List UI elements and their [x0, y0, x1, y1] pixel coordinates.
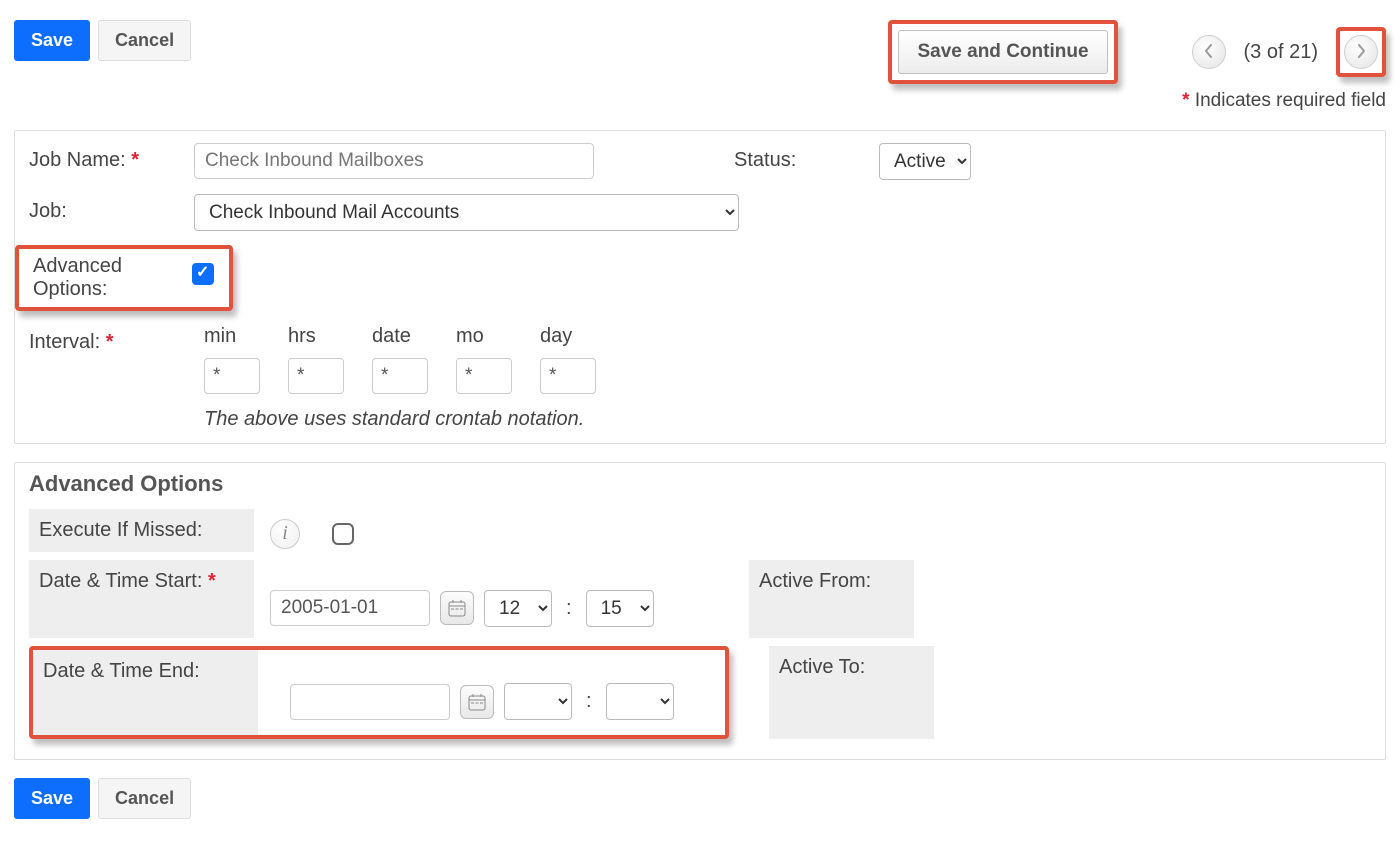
- info-icon[interactable]: i: [270, 519, 300, 549]
- interval-hrs-input[interactable]: [288, 358, 344, 394]
- advanced-options-checkbox[interactable]: [192, 263, 214, 285]
- execute-if-missed-label: Execute If Missed:: [29, 509, 254, 552]
- interval-day-input[interactable]: [540, 358, 596, 394]
- next-button[interactable]: [1344, 35, 1378, 69]
- save-button[interactable]: Save: [14, 20, 90, 61]
- crontab-note: The above uses standard crontab notation…: [204, 408, 596, 431]
- job-select[interactable]: Check Inbound Mail Accounts: [194, 194, 739, 231]
- required-asterisk: *: [1182, 90, 1189, 111]
- interval-date-input[interactable]: [372, 358, 428, 394]
- interval-min-input[interactable]: [204, 358, 260, 394]
- interval-date-label: date: [372, 325, 411, 348]
- date-time-end-highlight: Date & Time End: :: [29, 646, 729, 739]
- date-time-end-label: Date & Time End:: [33, 650, 258, 735]
- chevron-right-icon: [1356, 42, 1366, 63]
- time-separator: :: [562, 597, 576, 620]
- interval-hrs-label: hrs: [288, 325, 316, 348]
- interval-mo-label: mo: [456, 325, 484, 348]
- cancel-button[interactable]: Cancel: [98, 20, 191, 61]
- save-button-bottom[interactable]: Save: [14, 778, 90, 819]
- date-time-start-label: Date & Time Start:: [39, 570, 202, 592]
- main-panel: Job Name: * Status: Active Job: Check In: [14, 130, 1386, 444]
- required-note-text: Indicates required field: [1190, 90, 1386, 111]
- required-asterisk: *: [106, 331, 114, 353]
- interval-day-label: day: [540, 325, 572, 348]
- execute-if-missed-checkbox[interactable]: [332, 523, 354, 545]
- chevron-left-icon: [1204, 42, 1214, 63]
- interval-min-label: min: [204, 325, 236, 348]
- job-label: Job:: [29, 194, 194, 223]
- prev-button[interactable]: [1192, 35, 1226, 69]
- next-button-highlight: [1336, 27, 1386, 77]
- date-start-input[interactable]: [270, 590, 430, 626]
- end-hour-select[interactable]: [504, 683, 572, 720]
- cancel-button-bottom[interactable]: Cancel: [98, 778, 191, 819]
- advanced-options-header: Advanced Options: [15, 463, 1385, 497]
- calendar-icon[interactable]: [460, 685, 494, 719]
- save-and-continue-button[interactable]: Save and Continue: [898, 30, 1107, 74]
- active-from-label: Active From:: [749, 560, 914, 638]
- start-min-select[interactable]: 15: [586, 590, 654, 627]
- start-hour-select[interactable]: 12: [484, 590, 552, 627]
- interval-label: Interval:: [29, 331, 100, 353]
- required-asterisk: *: [131, 149, 139, 171]
- date-end-input[interactable]: [290, 684, 450, 720]
- advanced-options-panel: Advanced Options Execute If Missed: i Da…: [14, 462, 1386, 760]
- job-name-label: Job Name:: [29, 149, 126, 171]
- pager-text: (3 of 21): [1244, 41, 1318, 64]
- advanced-options-highlight: Advanced Options:: [15, 245, 233, 311]
- advanced-options-label: Advanced Options:: [33, 255, 188, 301]
- save-continue-highlight: Save and Continue: [888, 20, 1117, 84]
- time-separator: :: [582, 690, 596, 713]
- required-asterisk: *: [208, 570, 216, 592]
- interval-mo-input[interactable]: [456, 358, 512, 394]
- status-label: Status:: [734, 143, 879, 180]
- end-min-select[interactable]: [606, 683, 674, 720]
- status-select[interactable]: Active: [879, 143, 971, 180]
- job-name-input[interactable]: [194, 143, 594, 179]
- active-to-label: Active To:: [769, 646, 934, 739]
- calendar-icon[interactable]: [440, 591, 474, 625]
